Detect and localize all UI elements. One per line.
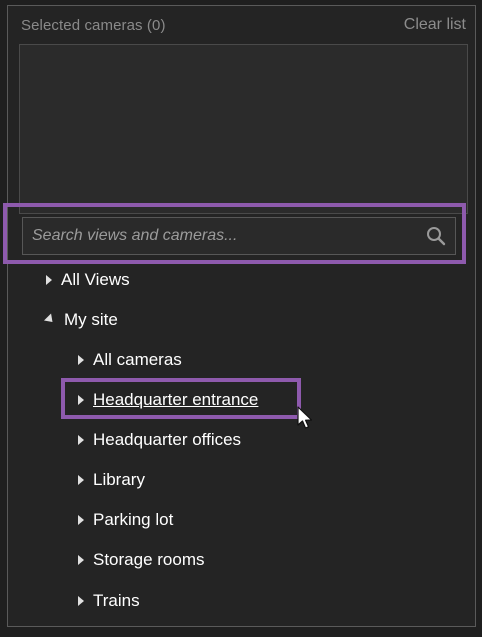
tree-item-parking-lot[interactable]: Parking lot <box>78 508 173 532</box>
search-icon[interactable] <box>423 223 449 249</box>
selected-cameras-title: Selected cameras (0) <box>21 16 166 34</box>
search-input[interactable] <box>23 217 423 255</box>
tree-item-label: Library <box>93 470 145 489</box>
tree-item-label: Trains <box>93 591 140 610</box>
tree-item-label: Storage rooms <box>93 550 205 569</box>
caret-right-icon[interactable] <box>78 435 84 445</box>
tree-item-headquarter-offices[interactable]: Headquarter offices <box>78 428 241 452</box>
selected-cameras-list[interactable] <box>19 44 468 214</box>
caret-right-icon[interactable] <box>78 355 84 365</box>
caret-right-icon[interactable] <box>78 475 84 485</box>
tree-item-all-cameras[interactable]: All cameras <box>78 348 182 372</box>
tree-item-my-site[interactable]: My site <box>43 308 118 332</box>
search-box[interactable] <box>22 217 456 255</box>
caret-right-icon[interactable] <box>78 515 84 525</box>
selected-cameras-header: Selected cameras (0) Clear list <box>8 6 475 44</box>
window-background: Selected cameras (0) Clear list All View… <box>0 0 482 637</box>
tree-item-label: My site <box>64 310 118 329</box>
tree-item-label: All cameras <box>93 350 182 369</box>
mouse-pointer-icon <box>297 406 313 429</box>
caret-right-icon[interactable] <box>46 275 52 285</box>
caret-right-icon[interactable] <box>78 555 84 565</box>
tree-item-storage-rooms[interactable]: Storage rooms <box>78 548 205 572</box>
clear-list-link[interactable]: Clear list <box>404 16 466 34</box>
tree-item-trains[interactable]: Trains <box>78 589 140 613</box>
tree-item-library[interactable]: Library <box>78 468 145 492</box>
caret-right-icon[interactable] <box>78 596 84 606</box>
tree-item-label: Parking lot <box>93 510 174 529</box>
tree-item-label: All Views <box>61 270 130 289</box>
tree-item-all-views[interactable]: All Views <box>46 268 130 292</box>
caret-down-icon[interactable] <box>43 312 57 326</box>
headquarter-entrance-highlight-frame <box>61 378 301 419</box>
tree-item-label: Headquarter offices <box>93 430 242 449</box>
